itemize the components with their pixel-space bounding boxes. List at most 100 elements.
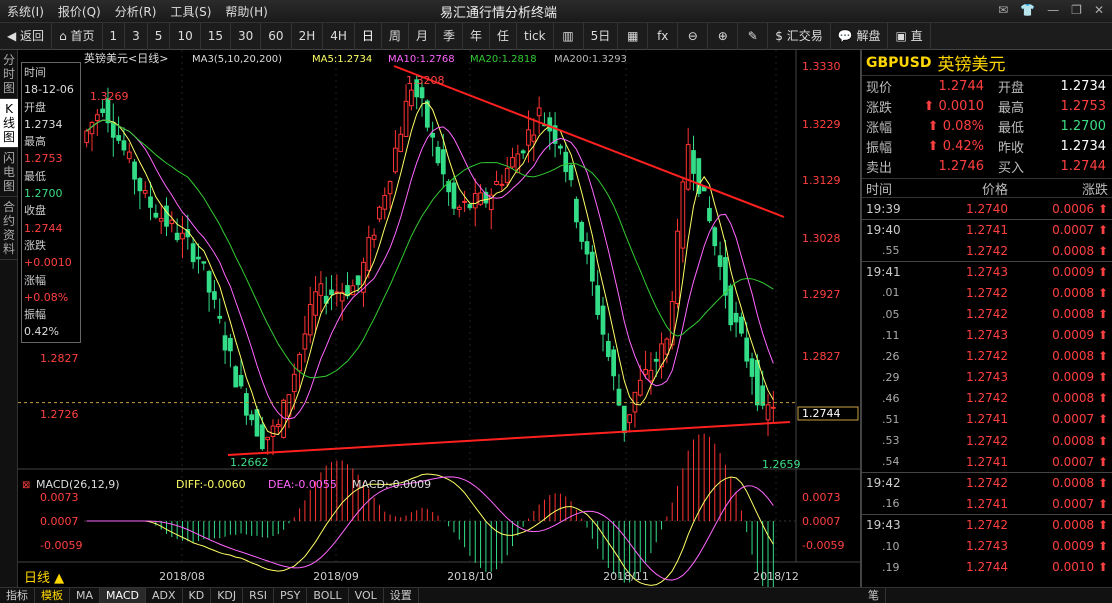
- tab-boll[interactable]: BOLL: [307, 588, 349, 603]
- menu-analysis[interactable]: 分析(R): [108, 3, 164, 20]
- tab-ma[interactable]: MA: [70, 588, 101, 603]
- period-30[interactable]: 30: [231, 22, 262, 50]
- tick-change: 0.0008 ⬆: [1052, 349, 1108, 364]
- tick-row: .05 1.2742 0.0008 ⬆: [862, 303, 1112, 324]
- back-button[interactable]: ◀ 返回: [0, 22, 53, 50]
- macd-tick-right: -0.0059: [802, 539, 844, 552]
- tab-macd[interactable]: MACD: [100, 588, 146, 603]
- tab-indicator[interactable]: 指标: [0, 588, 35, 603]
- period-2h[interactable]: 2H: [292, 22, 324, 50]
- period-15[interactable]: 15: [201, 22, 231, 50]
- dollar-icon: $: [775, 28, 787, 43]
- home-button[interactable]: ⌂ 首页: [52, 22, 103, 50]
- candle-body: [100, 108, 105, 114]
- tab-kd[interactable]: KD: [183, 588, 212, 603]
- zoom-out-icon[interactable]: ⊖: [678, 22, 709, 50]
- period-day[interactable]: 日: [355, 22, 382, 50]
- tab-template[interactable]: 模板: [35, 588, 70, 603]
- live-button[interactable]: ▣ 直: [888, 22, 931, 50]
- candle-body: [265, 436, 271, 441]
- five-day-button[interactable]: 5日: [584, 22, 619, 50]
- nav-contract-info[interactable]: 合约资料: [0, 197, 18, 260]
- macd-tick-left: -0.0059: [40, 539, 82, 552]
- trade-button[interactable]: $ 汇交易: [768, 22, 831, 50]
- quote-label-2: 最低: [998, 120, 1025, 136]
- tick-time: .10: [882, 539, 900, 553]
- quote-row: 卖出 1.2746 买入 1.2744: [862, 156, 1112, 176]
- nav-flash[interactable]: 闪电图: [0, 148, 18, 197]
- candle-body: [451, 182, 457, 209]
- candle-body: [217, 315, 223, 319]
- nav-timeshare[interactable]: 分时图: [0, 50, 18, 99]
- tab-psy[interactable]: PSY: [274, 588, 308, 603]
- restore-icon[interactable]: ❐: [1071, 3, 1082, 17]
- tab-vol[interactable]: VOL: [349, 588, 384, 603]
- tab-kdj[interactable]: KDJ: [211, 588, 244, 603]
- candle-body: [472, 192, 478, 209]
- candle-body: [558, 145, 563, 149]
- candle-body: [419, 87, 425, 99]
- tab-pen[interactable]: 笔: [862, 588, 886, 603]
- candle-body: [297, 353, 302, 372]
- annot-low-1: 1.2662: [230, 456, 269, 469]
- menu-quote[interactable]: 报价(Q): [51, 3, 108, 20]
- tick-price: 1.2742: [966, 391, 1008, 406]
- tab-rsi[interactable]: RSI: [243, 588, 275, 603]
- info-pct-label: 涨幅: [24, 273, 46, 287]
- period-year[interactable]: 年: [463, 22, 490, 50]
- period-3[interactable]: 3: [125, 22, 148, 50]
- candle-body: [254, 409, 260, 437]
- minimize-icon[interactable]: —: [1047, 3, 1059, 17]
- period-month[interactable]: 月: [409, 22, 436, 50]
- period-tick[interactable]: tick: [517, 22, 554, 50]
- nav-kline[interactable]: K线图: [0, 99, 18, 148]
- shirt-icon[interactable]: 👕: [1020, 3, 1035, 17]
- period-quarter[interactable]: 季: [436, 22, 463, 50]
- pen-icon[interactable]: ✎: [738, 22, 769, 50]
- tick-time: 19:41: [866, 265, 901, 280]
- fx-button[interactable]: fx: [648, 22, 679, 50]
- grid-icon[interactable]: ▦: [618, 22, 649, 50]
- candle-body: [307, 303, 313, 336]
- candle-body: [499, 183, 505, 186]
- tab-settings[interactable]: 设置: [384, 588, 419, 603]
- tick-row: .54 1.2741 0.0007 ⬆: [862, 451, 1112, 472]
- candle-body: [717, 255, 723, 267]
- period-4h[interactable]: 4H: [323, 22, 355, 50]
- period-10[interactable]: 10: [170, 22, 201, 50]
- annot-low-2: 1.2659: [762, 458, 801, 471]
- period-1[interactable]: 1: [103, 22, 126, 50]
- mail-icon[interactable]: ✉: [998, 3, 1008, 17]
- tick-row: .26 1.2742 0.0008 ⬆: [862, 346, 1112, 367]
- left-tick: 1.2827: [40, 352, 79, 365]
- candle-body: [440, 149, 446, 175]
- candle-body: [605, 341, 611, 357]
- tick-change: 0.0009 ⬆: [1052, 539, 1108, 554]
- unlock-button[interactable]: 💬 解盘: [831, 22, 889, 50]
- tick-time: .26: [882, 349, 900, 363]
- tick-price: 1.2742: [966, 518, 1008, 533]
- menu-system[interactable]: 系统(I): [0, 3, 51, 20]
- bar-chart-icon[interactable]: ▥: [554, 22, 584, 50]
- macd-icon: ⊠: [22, 480, 30, 491]
- tick-row: .10 1.2743 0.0009 ⬆: [862, 536, 1112, 557]
- menu-tools[interactable]: 工具(S): [163, 3, 218, 20]
- menu-help[interactable]: 帮助(H): [218, 3, 274, 20]
- period-5[interactable]: 5: [148, 22, 171, 50]
- info-close-label: 收盘: [24, 204, 46, 218]
- macd-label: MACD(26,12,9): [36, 478, 120, 491]
- zoom-in-icon[interactable]: ⊕: [708, 22, 739, 50]
- candle-body: [222, 335, 228, 351]
- quote-value-2: 1.2700: [1060, 118, 1107, 134]
- period-custom[interactable]: 任: [490, 22, 517, 50]
- kline-chart[interactable]: 英镑美元<日线> MA3(5,10,20,200) MA5:1.2734 MA10:1…: [18, 50, 860, 588]
- period-label: 日线 ▲: [24, 571, 64, 586]
- candle-body: [137, 178, 143, 192]
- period-week[interactable]: 周: [382, 22, 409, 50]
- date-label: 2018/12: [753, 570, 799, 583]
- period-60[interactable]: 60: [261, 22, 292, 50]
- tab-adx[interactable]: ADX: [146, 588, 183, 603]
- ma-label: MA3(5,10,20,200): [192, 54, 282, 65]
- close-icon[interactable]: ✕: [1094, 3, 1104, 17]
- quote-table: 现价 1.2744 开盘 1.2734 涨跌 ⬆ 0.0010 最高 1.2753…: [862, 76, 1112, 176]
